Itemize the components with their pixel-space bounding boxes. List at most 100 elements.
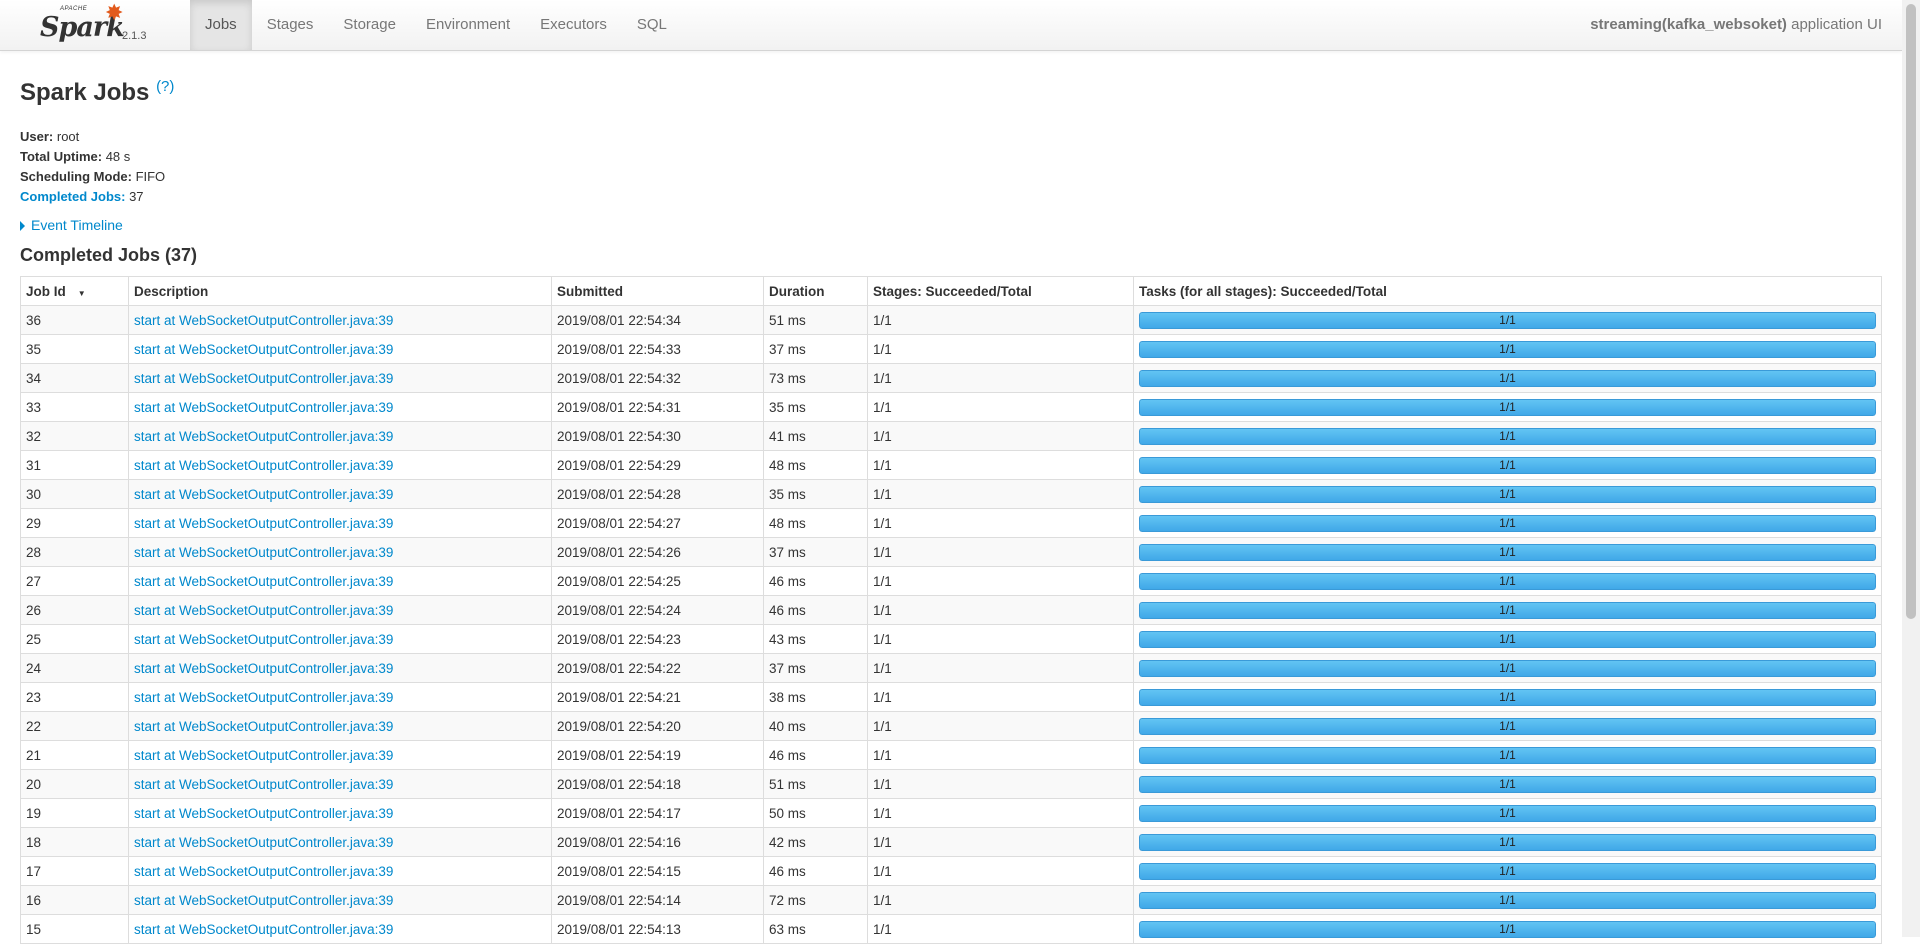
table-row: 33 start at WebSocketOutputController.jav… — [20, 392, 1882, 422]
job-description-link[interactable]: start at WebSocketOutputController.java:… — [134, 748, 393, 763]
job-id-cell: 25 — [20, 624, 129, 654]
job-id-cell: 23 — [20, 682, 129, 712]
job-description-link[interactable]: start at WebSocketOutputController.java:… — [134, 806, 393, 821]
submitted-cell: 2019/08/01 22:54:22 — [551, 653, 764, 683]
progress-label: 1/1 — [1499, 312, 1516, 327]
job-description-link[interactable]: start at WebSocketOutputController.java:… — [134, 777, 393, 792]
table-header-row: Job Id ▼ Description Submitted Duration S… — [20, 276, 1882, 306]
table-row: 28 start at WebSocketOutputController.jav… — [20, 537, 1882, 567]
job-description-link[interactable]: start at WebSocketOutputController.java:… — [134, 458, 393, 473]
page-title-text: Spark Jobs — [20, 79, 150, 106]
duration-cell: 51 ms — [763, 769, 868, 799]
tab-stages[interactable]: Stages — [252, 0, 329, 50]
job-description-link[interactable]: start at WebSocketOutputController.java:… — [134, 342, 393, 357]
duration-cell: 40 ms — [763, 711, 868, 741]
tab-executors[interactable]: Executors — [525, 0, 622, 50]
header-duration[interactable]: Duration — [763, 276, 868, 306]
description-cell: start at WebSocketOutputController.java:… — [128, 769, 552, 799]
stages-cell: 1/1 — [867, 566, 1134, 596]
header-tasks[interactable]: Tasks (for all stages): Succeeded/Total — [1133, 276, 1882, 306]
completed-jobs-link[interactable]: Completed Jobs: — [20, 189, 125, 204]
progress-label: 1/1 — [1499, 805, 1516, 820]
description-cell: start at WebSocketOutputController.java:… — [128, 827, 552, 857]
job-id-cell: 16 — [20, 885, 129, 915]
spark-logo[interactable]: APACHE Spark ✸ 2.1.3 — [40, 0, 160, 48]
tab-sql[interactable]: SQL — [622, 0, 682, 50]
tab-jobs[interactable]: Jobs — [190, 0, 252, 50]
tasks-progress-bar: 1/1 — [1139, 891, 1876, 909]
tasks-cell: 1/1 — [1133, 479, 1882, 509]
header-job-id[interactable]: Job Id ▼ — [20, 276, 129, 306]
completed-jobs-heading[interactable]: Completed Jobs (37) — [20, 245, 197, 266]
page-scrollbar[interactable] — [1902, 0, 1920, 937]
job-id-cell: 28 — [20, 537, 129, 567]
tasks-progress-bar: 1/1 — [1139, 804, 1876, 822]
tab-environment[interactable]: Environment — [411, 0, 525, 50]
job-description-link[interactable]: start at WebSocketOutputController.java:… — [134, 313, 393, 328]
header-stages[interactable]: Stages: Succeeded/Total — [867, 276, 1134, 306]
table-row: 23 start at WebSocketOutputController.jav… — [20, 682, 1882, 712]
tasks-progress-bar: 1/1 — [1139, 572, 1876, 590]
description-cell: start at WebSocketOutputController.java:… — [128, 305, 552, 335]
job-description-link[interactable]: start at WebSocketOutputController.java:… — [134, 487, 393, 502]
header-submitted[interactable]: Submitted — [551, 276, 764, 306]
tasks-cell: 1/1 — [1133, 595, 1882, 625]
job-description-link[interactable]: start at WebSocketOutputController.java:… — [134, 864, 393, 879]
description-cell: start at WebSocketOutputController.java:… — [128, 421, 552, 451]
job-description-link[interactable]: start at WebSocketOutputController.java:… — [134, 690, 393, 705]
job-description-link[interactable]: start at WebSocketOutputController.java:… — [134, 632, 393, 647]
tasks-cell: 1/1 — [1133, 363, 1882, 393]
progress-label: 1/1 — [1499, 602, 1516, 617]
submitted-cell: 2019/08/01 22:54:20 — [551, 711, 764, 741]
description-cell: start at WebSocketOutputController.java:… — [128, 682, 552, 712]
job-description-link[interactable]: start at WebSocketOutputController.java:… — [134, 545, 393, 560]
tasks-cell: 1/1 — [1133, 827, 1882, 857]
tasks-progress-bar: 1/1 — [1139, 340, 1876, 358]
job-description-link[interactable]: start at WebSocketOutputController.java:… — [134, 429, 393, 444]
submitted-cell: 2019/08/01 22:54:25 — [551, 566, 764, 596]
job-description-link[interactable]: start at WebSocketOutputController.java:… — [134, 835, 393, 850]
duration-cell: 46 ms — [763, 856, 868, 886]
job-description-link[interactable]: start at WebSocketOutputController.java:… — [134, 719, 393, 734]
job-description-link[interactable]: start at WebSocketOutputController.java:… — [134, 371, 393, 386]
job-description-link[interactable]: start at WebSocketOutputController.java:… — [134, 574, 393, 589]
stages-cell: 1/1 — [867, 305, 1134, 335]
submitted-cell: 2019/08/01 22:54:27 — [551, 508, 764, 538]
duration-cell: 38 ms — [763, 682, 868, 712]
progress-label: 1/1 — [1499, 631, 1516, 646]
duration-cell: 50 ms — [763, 798, 868, 828]
table-row: 30 start at WebSocketOutputController.jav… — [20, 479, 1882, 509]
duration-cell: 42 ms — [763, 827, 868, 857]
tasks-cell: 1/1 — [1133, 856, 1882, 886]
spark-version: 2.1.3 — [122, 30, 147, 42]
stages-cell: 1/1 — [867, 740, 1134, 770]
job-id-cell: 32 — [20, 421, 129, 451]
tasks-cell: 1/1 — [1133, 566, 1882, 596]
tasks-progress-bar: 1/1 — [1139, 543, 1876, 561]
progress-label: 1/1 — [1499, 834, 1516, 849]
stages-cell: 1/1 — [867, 595, 1134, 625]
job-id-cell: 24 — [20, 653, 129, 683]
job-description-link[interactable]: start at WebSocketOutputController.java:… — [134, 400, 393, 415]
description-cell: start at WebSocketOutputController.java:… — [128, 595, 552, 625]
app-name: streaming(kafka_websoket) — [1590, 16, 1787, 33]
job-description-link[interactable]: start at WebSocketOutputController.java:… — [134, 893, 393, 908]
progress-label: 1/1 — [1499, 544, 1516, 559]
job-description-link[interactable]: start at WebSocketOutputController.java:… — [134, 516, 393, 531]
table-row: 32 start at WebSocketOutputController.jav… — [20, 421, 1882, 451]
job-description-link[interactable]: start at WebSocketOutputController.java:… — [134, 922, 393, 937]
description-cell: start at WebSocketOutputController.java:… — [128, 653, 552, 683]
header-description[interactable]: Description — [128, 276, 552, 306]
event-timeline-toggle[interactable]: Event Timeline — [20, 217, 123, 233]
duration-cell: 72 ms — [763, 885, 868, 915]
job-description-link[interactable]: start at WebSocketOutputController.java:… — [134, 661, 393, 676]
job-description-link[interactable]: start at WebSocketOutputController.java:… — [134, 603, 393, 618]
tasks-cell: 1/1 — [1133, 421, 1882, 451]
tasks-progress-bar: 1/1 — [1139, 688, 1876, 706]
help-link[interactable]: (?) — [156, 78, 174, 95]
tasks-cell: 1/1 — [1133, 624, 1882, 654]
tab-storage[interactable]: Storage — [328, 0, 411, 50]
spark-star-icon: ✸ — [105, 0, 124, 25]
scrollbar-thumb[interactable] — [1906, 4, 1916, 619]
tasks-progress-bar: 1/1 — [1139, 920, 1876, 938]
